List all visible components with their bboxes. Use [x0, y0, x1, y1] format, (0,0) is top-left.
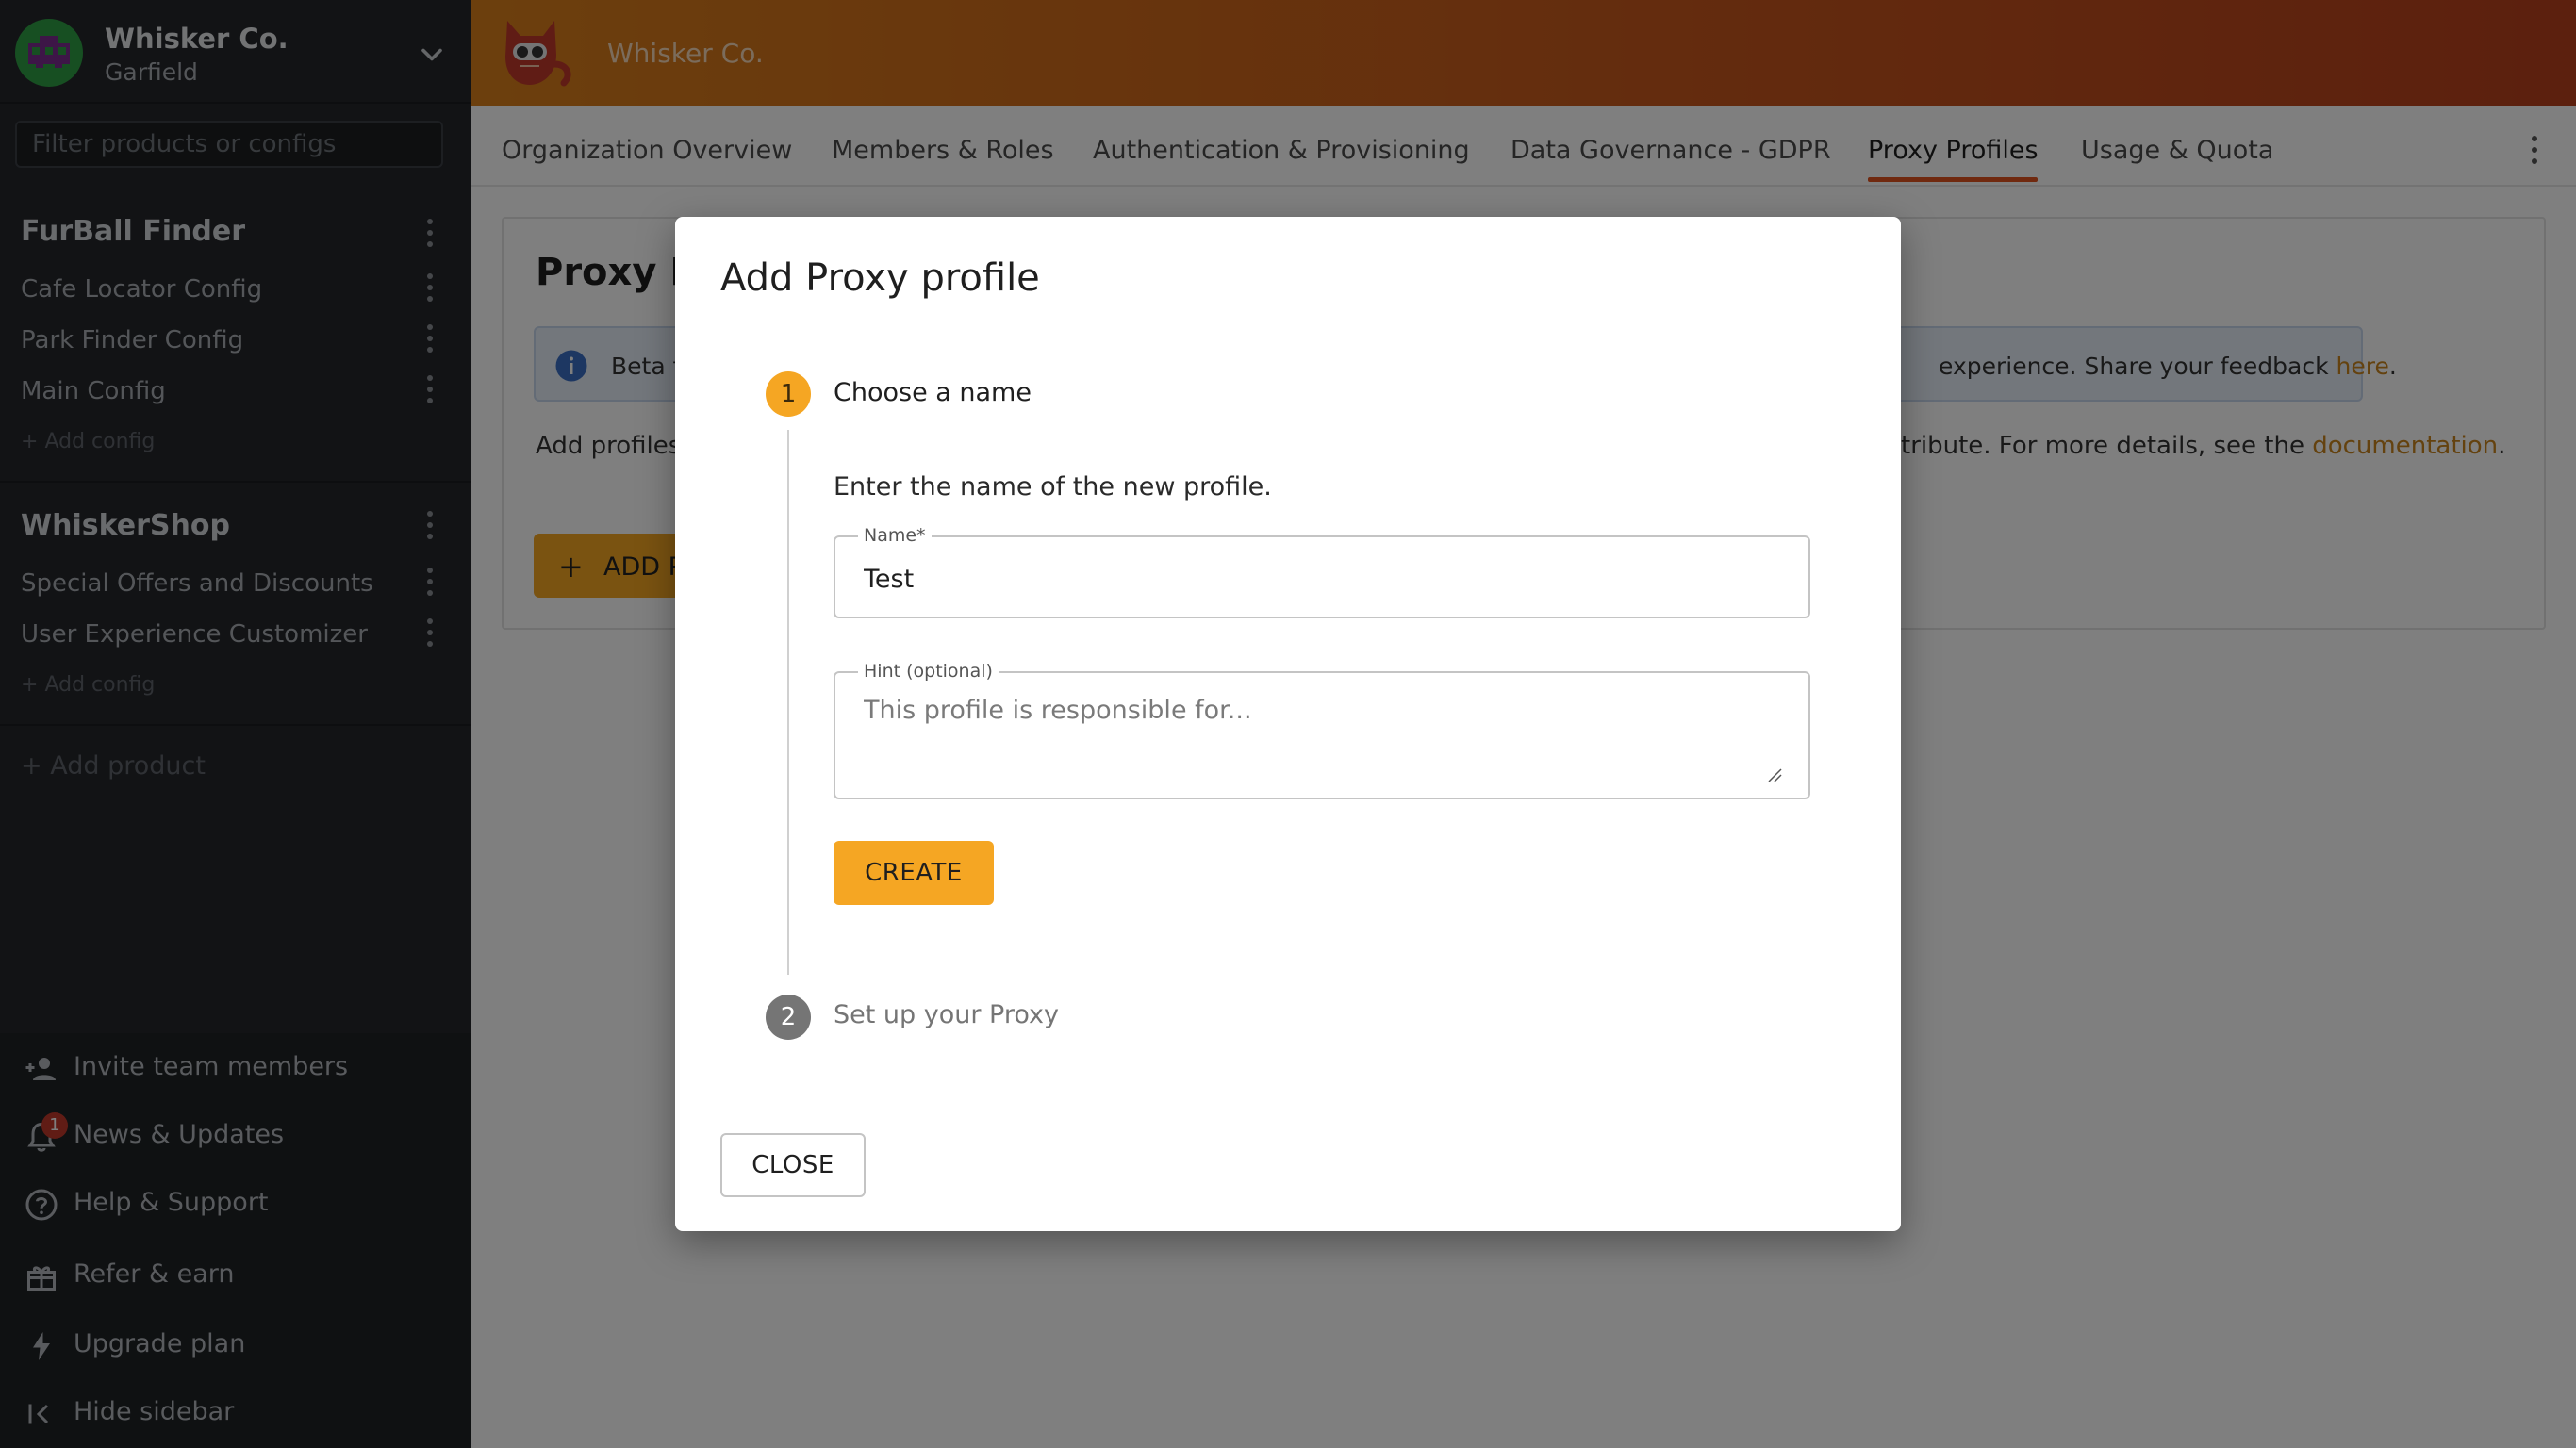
create-button[interactable]: CREATE — [834, 841, 994, 905]
name-input[interactable] — [864, 560, 1778, 598]
step-2-indicator: 2 — [766, 995, 811, 1040]
stepper-connector — [787, 430, 789, 975]
name-field[interactable]: Name* — [834, 525, 1810, 618]
resize-handle-icon[interactable] — [1767, 767, 1782, 782]
hint-field-label: Hint (optional) — [858, 661, 999, 682]
close-button[interactable]: CLOSE — [720, 1133, 866, 1197]
name-field-label: Name* — [858, 525, 932, 546]
step-1-description: Enter the name of the new profile. — [834, 472, 1272, 502]
step-1-label: Choose a name — [834, 378, 1032, 407]
hint-textarea[interactable] — [864, 696, 1769, 781]
step-2-label: Set up your Proxy — [834, 1000, 1060, 1029]
hint-field[interactable]: Hint (optional) — [834, 661, 1810, 799]
step-1-indicator: 1 — [766, 371, 811, 417]
dialog-title: Add Proxy profile — [720, 256, 1040, 300]
add-proxy-profile-dialog: Add Proxy profile 1 Choose a name Enter … — [675, 217, 1901, 1231]
